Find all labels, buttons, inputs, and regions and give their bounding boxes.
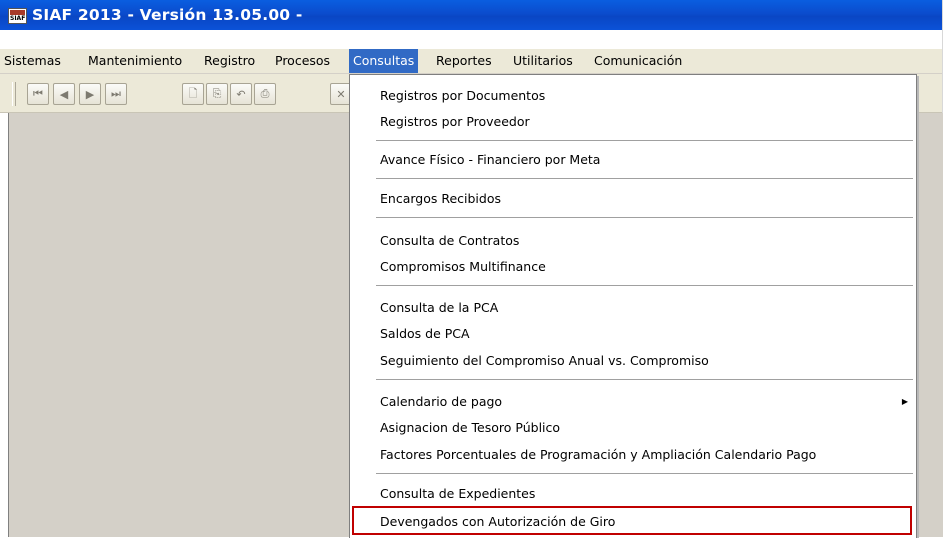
window-title: SIAF 2013 - Versión 13.05.00 - xyxy=(32,6,303,24)
menu-separator xyxy=(376,178,913,180)
menu-comunicacion[interactable]: Comunicación xyxy=(590,49,686,73)
menu-sistemas[interactable]: Sistemas xyxy=(0,49,65,73)
menu-item-factores-porcentuales[interactable]: Factores Porcentuales de Programación y … xyxy=(350,442,916,468)
consultas-dropdown-menu: Registros por Documentos Registros por P… xyxy=(349,74,917,538)
menu-item-compromisos-multifinance[interactable]: Compromisos Multifinance xyxy=(350,254,916,280)
menu-bar: Sistemas Mantenimiento Registro Procesos… xyxy=(0,49,942,74)
title-bar[interactable]: SIAF SIAF 2013 - Versión 13.05.00 - xyxy=(0,0,942,30)
menubar-spacer xyxy=(0,30,942,49)
menu-item-seguimiento-compromiso-anual[interactable]: Seguimiento del Compromiso Anual vs. Com… xyxy=(350,348,916,374)
menu-consultas[interactable]: Consultas xyxy=(349,49,419,73)
previous-record-icon[interactable]: ◀ xyxy=(53,83,75,105)
menu-item-consulta-de-expedientes[interactable]: Consulta de Expedientes xyxy=(350,481,916,507)
app-logo-icon[interactable]: SIAF xyxy=(8,8,27,24)
last-record-icon[interactable]: ⏭ xyxy=(105,83,127,105)
menu-item-registros-por-documentos[interactable]: Registros por Documentos xyxy=(350,83,916,109)
copy-icon[interactable]: ⎘ xyxy=(206,83,228,105)
menu-separator xyxy=(376,217,913,219)
print-icon[interactable]: ⎙ xyxy=(254,83,276,105)
client-left-edge xyxy=(0,113,8,537)
menu-item-consulta-de-contratos[interactable]: Consulta de Contratos xyxy=(350,228,916,254)
menu-item-registros-por-proveedor[interactable]: Registros por Proveedor xyxy=(350,109,916,135)
menu-registro[interactable]: Registro xyxy=(200,49,259,73)
menu-item-devengados-autorizacion-giro[interactable]: Devengados con Autorización de Giro xyxy=(350,509,916,535)
menu-separator xyxy=(376,473,913,475)
submenu-arrow-icon: ▶ xyxy=(901,397,908,406)
menu-mantenimiento[interactable]: Mantenimiento xyxy=(84,49,186,73)
menu-procesos[interactable]: Procesos xyxy=(271,49,334,73)
menu-utilitarios[interactable]: Utilitarios xyxy=(509,49,577,73)
first-record-icon[interactable]: ⏮ xyxy=(27,83,49,105)
menu-item-saldos-de-pca[interactable]: Saldos de PCA xyxy=(350,321,916,347)
menu-reportes[interactable]: Reportes xyxy=(432,49,496,73)
menu-separator xyxy=(376,379,913,381)
new-document-icon[interactable]: 🗋 xyxy=(182,83,204,105)
menu-item-label: Calendario de pago xyxy=(380,394,503,409)
menu-separator xyxy=(376,140,913,142)
menu-item-consulta-de-la-pca[interactable]: Consulta de la PCA xyxy=(350,295,916,321)
undo-icon[interactable]: ↶ xyxy=(230,83,252,105)
menu-separator xyxy=(376,285,913,287)
toolbar-grip[interactable] xyxy=(12,82,16,106)
app-window: SIAF SIAF 2013 - Versión 13.05.00 - Sist… xyxy=(0,0,943,538)
menu-item-calendario-de-pago[interactable]: Calendario de pago ▶ xyxy=(350,389,916,415)
next-record-icon[interactable]: ▶ xyxy=(79,83,101,105)
menu-item-avance-fisico-financiero[interactable]: Avance Físico - Financiero por Meta xyxy=(350,147,916,173)
menu-item-asignacion-tesoro-publico[interactable]: Asignacion de Tesoro Público xyxy=(350,415,916,441)
menu-item-encargos-recibidos[interactable]: Encargos Recibidos xyxy=(350,186,916,212)
